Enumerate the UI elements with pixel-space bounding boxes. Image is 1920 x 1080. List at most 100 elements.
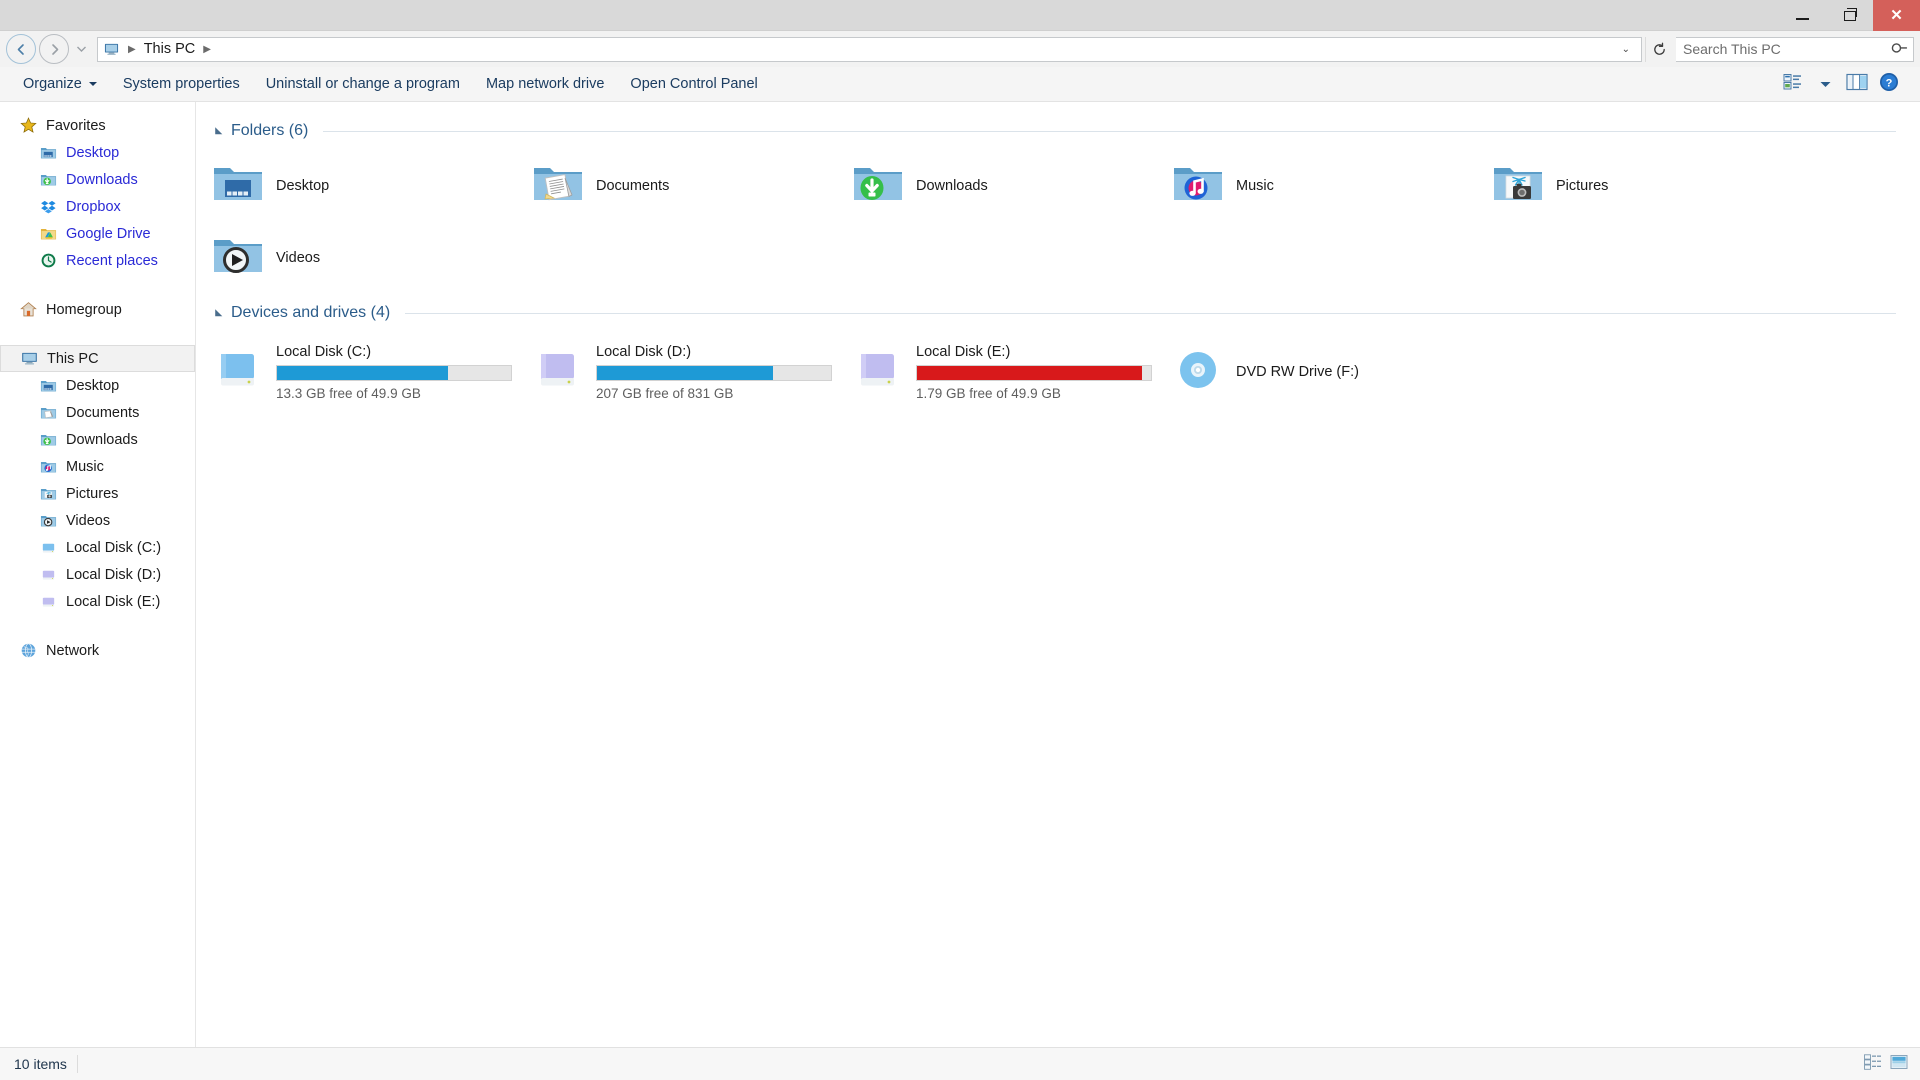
drive-item-local-disk-d[interactable]: Local Disk (D:) 207 GB free of 831 GB [524,332,844,412]
change-view-dropdown[interactable] [1810,70,1840,98]
drive-free-text-c: 13.3 GB free of 49.9 GB [276,386,514,401]
sidebar-item-network[interactable]: Network [0,637,195,664]
drive-purple-icon [40,566,58,584]
drive-item-local-disk-c[interactable]: Local Disk (C:) 13.3 GB free of 49.9 GB [204,332,524,412]
drive-usage-fill-d [597,366,773,380]
sidebar-label-pc-pictures: Pictures [66,486,118,502]
sidebar-item-pc-downloads[interactable]: Downloads [0,426,195,453]
open-control-panel-button[interactable]: Open Control Panel [617,70,770,98]
sidebar-item-recent-places[interactable]: Recent places [0,247,195,274]
sidebar-label-recent-places: Recent places [66,253,158,269]
sidebar-item-pc-desktop[interactable]: Desktop [0,372,195,399]
drives-grid: Local Disk (C:) 13.3 GB free of 49.9 GB [196,328,1920,412]
sidebar-item-local-disk-e[interactable]: Local Disk (E:) [0,588,195,615]
address-bar[interactable]: ▶ This PC ▶ ⌄ [97,37,1642,62]
minimize-button[interactable] [1779,0,1826,31]
folder-item-videos[interactable]: Videos [204,222,524,294]
desktop-folder-icon [212,161,264,212]
preview-pane-button[interactable] [1842,70,1872,98]
open-control-panel-label: Open Control Panel [630,76,757,92]
drive-blue-icon [40,539,58,557]
sidebar-item-homegroup[interactable]: Homegroup [0,296,195,323]
command-bar: Organize System properties Uninstall or … [0,67,1920,102]
folder-label-desktop: Desktop [276,178,329,194]
sidebar-item-pc-documents[interactable]: Documents [0,399,195,426]
recent-locations-button[interactable] [72,34,90,64]
dropbox-icon [40,198,58,216]
drive-free-text-e: 1.79 GB free of 49.9 GB [916,386,1154,401]
drive-purple-icon [852,346,904,399]
navigation-pane[interactable]: Favorites Desktop [0,102,196,1047]
sidebar-item-pc-videos[interactable]: Videos [0,507,195,534]
sidebar-label-pc-desktop: Desktop [66,378,119,394]
collapse-triangle-icon[interactable] [212,309,223,320]
sidebar-item-pc-music[interactable]: Music [0,453,195,480]
system-properties-label: System properties [123,76,240,92]
map-network-drive-button[interactable]: Map network drive [473,70,617,98]
breadcrumb-separator-root: ▶ [122,44,142,55]
sidebar-item-this-pc[interactable]: This PC [0,345,195,372]
back-button[interactable] [6,34,36,64]
drives-group-header[interactable]: Devices and drives (4) [196,298,1920,328]
maximize-button[interactable] [1826,0,1873,31]
drive-free-text-d: 207 GB free of 831 GB [596,386,834,401]
drive-name-e: Local Disk (E:) [916,344,1154,360]
change-view-button[interactable] [1778,70,1808,98]
sidebar-item-local-disk-d[interactable]: Local Disk (D:) [0,561,195,588]
sidebar-spacer-1 [0,278,195,296]
system-properties-button[interactable]: System properties [110,70,253,98]
videos-folder-icon [40,512,58,530]
folder-label-videos: Videos [276,250,320,266]
chevron-down-icon [1820,75,1831,93]
help-button[interactable]: ? [1874,70,1904,98]
sidebar-label-pc-downloads: Downloads [66,432,138,448]
details-view-button[interactable] [1860,1051,1886,1077]
organize-button[interactable]: Organize [10,70,110,98]
sidebar-item-google-drive[interactable]: Google Drive [0,220,195,247]
uninstall-change-program-button[interactable]: Uninstall or change a program [253,70,473,98]
folders-group-header[interactable]: Folders (6) [196,116,1920,146]
nav-group-network: Network [0,637,195,664]
drive-info-c: Local Disk (C:) 13.3 GB free of 49.9 GB [276,344,514,401]
close-icon: ✕ [1890,8,1903,23]
drive-usage-bar-d [596,365,832,381]
sidebar-spacer-3 [0,619,195,637]
folder-label-downloads: Downloads [916,178,988,194]
collapse-triangle-icon[interactable] [212,127,223,138]
breadcrumb-this-pc[interactable]: This PC [142,39,198,59]
search-box[interactable] [1676,37,1914,62]
sidebar-item-fav-desktop[interactable]: Desktop [0,139,195,166]
drive-item-dvd-rw-f[interactable]: DVD RW Drive (F:) [1164,332,1484,412]
folder-item-music[interactable]: Music [1164,150,1484,222]
sidebar-label-favorites: Favorites [46,118,106,134]
sidebar-item-fav-downloads[interactable]: Downloads [0,166,195,193]
folder-item-documents[interactable]: Documents [524,150,844,222]
address-dropdown-icon[interactable]: ⌄ [1614,44,1638,55]
refresh-button[interactable] [1645,37,1673,62]
search-input[interactable] [1683,41,1892,57]
status-divider [77,1055,78,1073]
folders-group-title: Folders (6) [231,122,308,140]
folder-item-downloads[interactable]: Downloads [844,150,1164,222]
sidebar-label-local-disk-c: Local Disk (C:) [66,540,161,556]
folder-item-desktop[interactable]: Desktop [204,150,524,222]
folder-item-pictures[interactable]: Pictures [1484,150,1804,222]
nav-group-favorites: Favorites Desktop [0,112,195,274]
breadcrumb-separator-end[interactable]: ▶ [197,44,217,55]
folder-label-pictures: Pictures [1556,178,1608,194]
folders-grid: Desktop [196,146,1920,294]
folder-label-music: Music [1236,178,1274,194]
map-network-drive-label: Map network drive [486,76,604,92]
sidebar-item-local-disk-c[interactable]: Local Disk (C:) [0,534,195,561]
large-icons-view-button[interactable] [1886,1051,1912,1077]
music-folder-icon [1172,161,1224,212]
close-button[interactable]: ✕ [1873,0,1920,31]
organize-label: Organize [23,76,82,92]
sidebar-item-dropbox[interactable]: Dropbox [0,193,195,220]
sidebar-item-favorites[interactable]: Favorites [0,112,195,139]
sidebar-label-fav-desktop: Desktop [66,145,119,161]
forward-button[interactable] [39,34,69,64]
sidebar-item-pc-pictures[interactable]: Pictures [0,480,195,507]
file-list-pane[interactable]: Folders (6) Desktop [196,102,1920,1047]
drive-item-local-disk-e[interactable]: Local Disk (E:) 1.79 GB free of 49.9 GB [844,332,1164,412]
